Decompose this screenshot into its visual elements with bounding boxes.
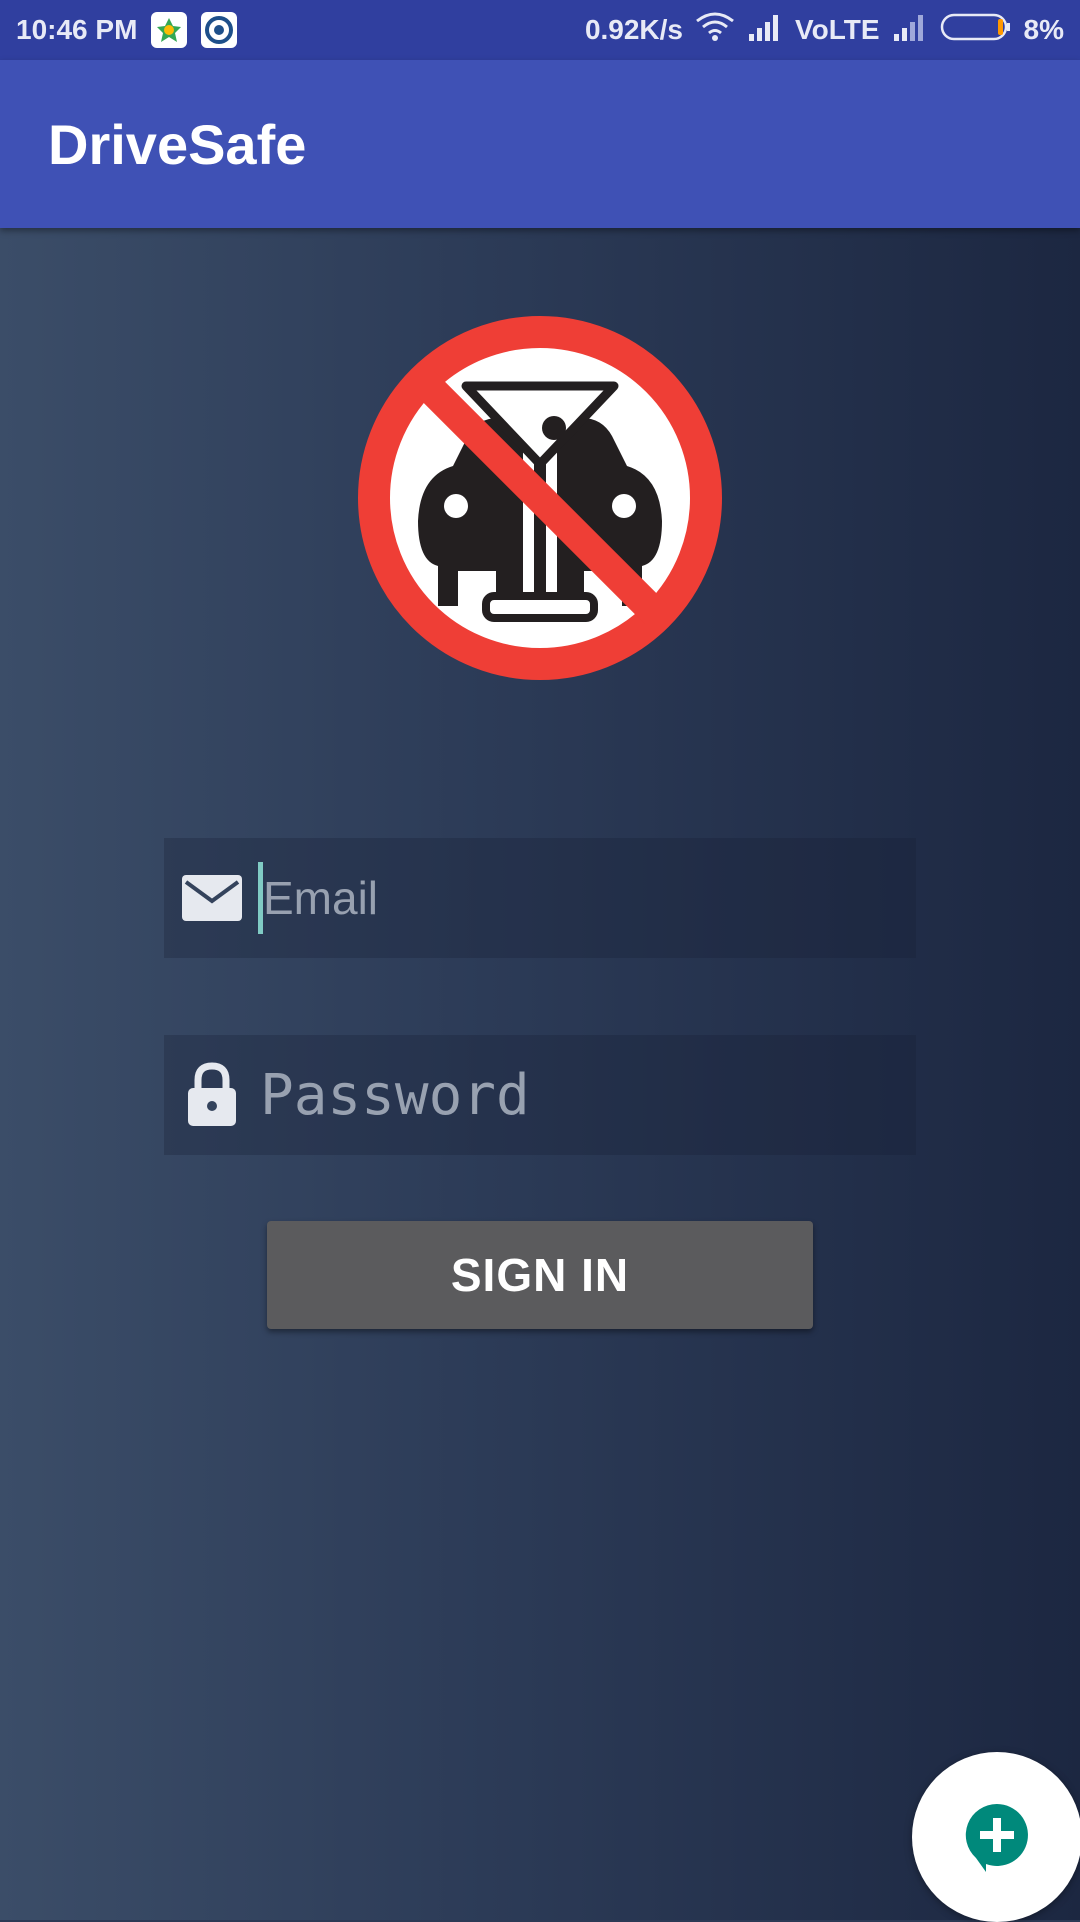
sign-in-button[interactable]: SIGN IN bbox=[267, 1221, 813, 1329]
camera-app-icon bbox=[201, 12, 238, 48]
network-speed: 0.92K/s bbox=[584, 14, 684, 45]
app-bar: DriveSafe bbox=[0, 60, 1080, 228]
email-input[interactable] bbox=[258, 862, 865, 934]
wifi-icon bbox=[695, 11, 735, 50]
password-input[interactable] bbox=[258, 1059, 862, 1131]
add-chat-icon bbox=[965, 1803, 1028, 1872]
email-field[interactable] bbox=[164, 838, 916, 958]
no-drink-driving-sign-icon bbox=[358, 316, 722, 680]
signal-icon bbox=[892, 12, 928, 49]
app-title: DriveSafe bbox=[48, 112, 307, 176]
lock-icon bbox=[180, 1062, 244, 1127]
status-bar: 10:46 PM 0.92K/s VoLTE 8% bbox=[0, 0, 1080, 60]
signal-icon bbox=[747, 12, 783, 49]
battery-icon bbox=[940, 12, 1012, 49]
password-field[interactable] bbox=[164, 1035, 916, 1155]
status-time: 10:46 PM bbox=[16, 14, 138, 45]
mail-icon bbox=[180, 866, 244, 930]
battery-level: 8% bbox=[1023, 14, 1064, 45]
play-games-icon bbox=[151, 12, 188, 48]
add-chat-button[interactable] bbox=[912, 1752, 1080, 1922]
network-type: VoLTE bbox=[795, 14, 880, 45]
